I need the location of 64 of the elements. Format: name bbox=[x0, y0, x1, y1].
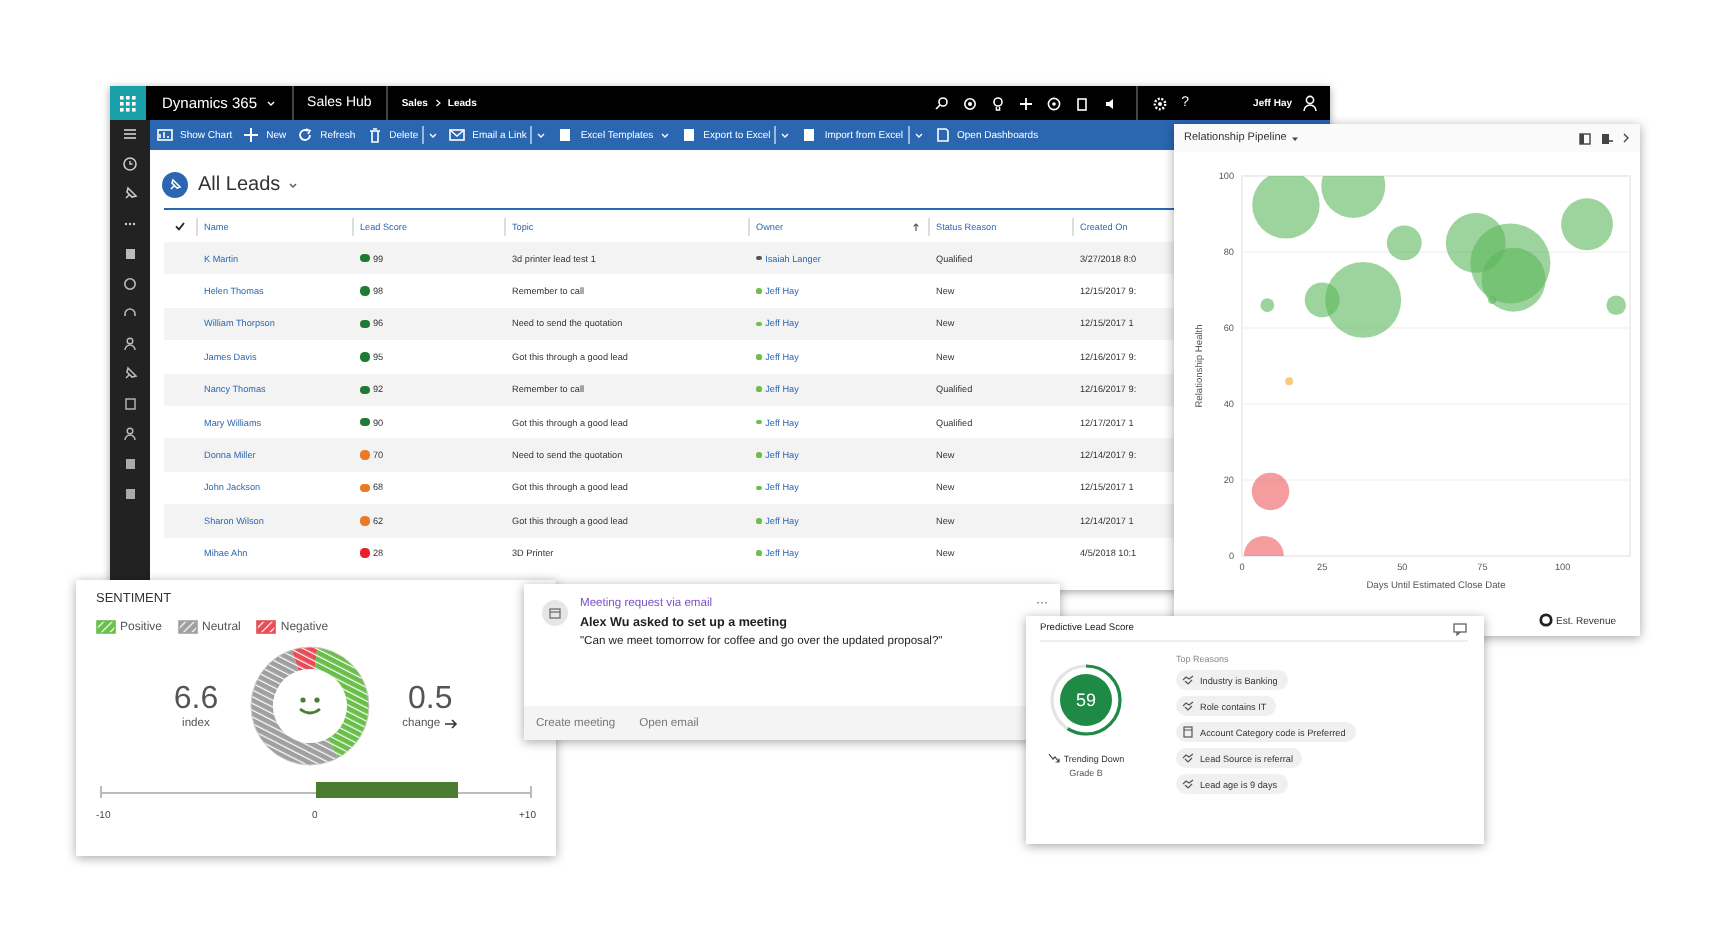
chevron-icon bbox=[659, 130, 670, 140]
calendar-icon bbox=[542, 600, 568, 626]
bubble bbox=[1606, 295, 1626, 315]
pin-icon[interactable] bbox=[120, 184, 140, 204]
bubble bbox=[1243, 536, 1284, 556]
chevron-icon bbox=[913, 130, 923, 140]
refresh-icon bbox=[296, 126, 315, 144]
chevron-icon bbox=[288, 179, 299, 189]
chevron-icon bbox=[265, 98, 276, 108]
plus-icon[interactable] bbox=[1015, 93, 1036, 113]
caret-icon bbox=[1290, 133, 1301, 143]
search-icon[interactable] bbox=[931, 93, 952, 113]
person-icon[interactable] bbox=[120, 424, 140, 444]
dropdown-button[interactable] bbox=[428, 130, 439, 140]
document-icon[interactable] bbox=[120, 394, 140, 414]
clock-icon[interactable] bbox=[120, 154, 140, 174]
target-icon[interactable] bbox=[959, 93, 980, 113]
bubble bbox=[1561, 198, 1613, 251]
dropdown-button[interactable] bbox=[536, 130, 547, 140]
document-icon[interactable] bbox=[120, 484, 140, 504]
dropdown-button[interactable] bbox=[913, 130, 923, 140]
arrow-right-icon bbox=[444, 718, 459, 730]
bubble bbox=[1285, 377, 1294, 386]
menu-icon[interactable] bbox=[120, 124, 140, 144]
document-icon[interactable] bbox=[120, 454, 140, 474]
chevron-icon bbox=[780, 130, 791, 140]
legend-ring-icon bbox=[1539, 613, 1553, 627]
chart-icon bbox=[156, 126, 174, 144]
lightbulb-icon[interactable] bbox=[987, 93, 1008, 113]
sort-arrow-icon bbox=[912, 221, 920, 231]
checkmark-icon bbox=[174, 220, 186, 232]
person-icon[interactable] bbox=[120, 334, 140, 354]
chevron-icon bbox=[428, 130, 439, 140]
view-selector[interactable]: All Leads bbox=[198, 173, 299, 195]
export-icon bbox=[1600, 131, 1614, 145]
sentiment-donut-drawing bbox=[246, 642, 375, 770]
trend-down-icon bbox=[1047, 752, 1060, 764]
app-launcher-button[interactable] bbox=[110, 86, 146, 120]
pin-icon[interactable] bbox=[120, 364, 140, 384]
document-icon[interactable] bbox=[120, 244, 140, 264]
clipboard-icon[interactable] bbox=[1071, 93, 1092, 113]
comment-icon bbox=[1452, 621, 1468, 635]
envelope-icon bbox=[448, 126, 467, 144]
lead-score-value: 59 bbox=[1060, 674, 1112, 726]
trash-icon bbox=[365, 126, 384, 144]
chevron-right-icon bbox=[433, 98, 442, 108]
document-icon bbox=[1182, 726, 1194, 738]
dropdown-button[interactable] bbox=[780, 130, 791, 140]
bubble bbox=[1251, 472, 1290, 511]
chevron-right-icon bbox=[1622, 132, 1630, 144]
person-icon[interactable] bbox=[1302, 94, 1318, 112]
document-icon bbox=[800, 126, 819, 144]
index-value: 6.6 bbox=[173, 682, 219, 717]
layout-icon bbox=[1578, 131, 1592, 145]
document-icon bbox=[556, 126, 575, 144]
bubble bbox=[1260, 298, 1275, 313]
document-icon bbox=[679, 126, 698, 144]
settings-icon[interactable] bbox=[1149, 93, 1170, 113]
leads-view-icon bbox=[162, 171, 188, 197]
document-icon bbox=[933, 126, 951, 144]
chevron-icon bbox=[536, 130, 547, 140]
grid-icon bbox=[120, 95, 136, 111]
change-value: 0.5 bbox=[408, 682, 453, 717]
plus-icon bbox=[242, 126, 261, 144]
